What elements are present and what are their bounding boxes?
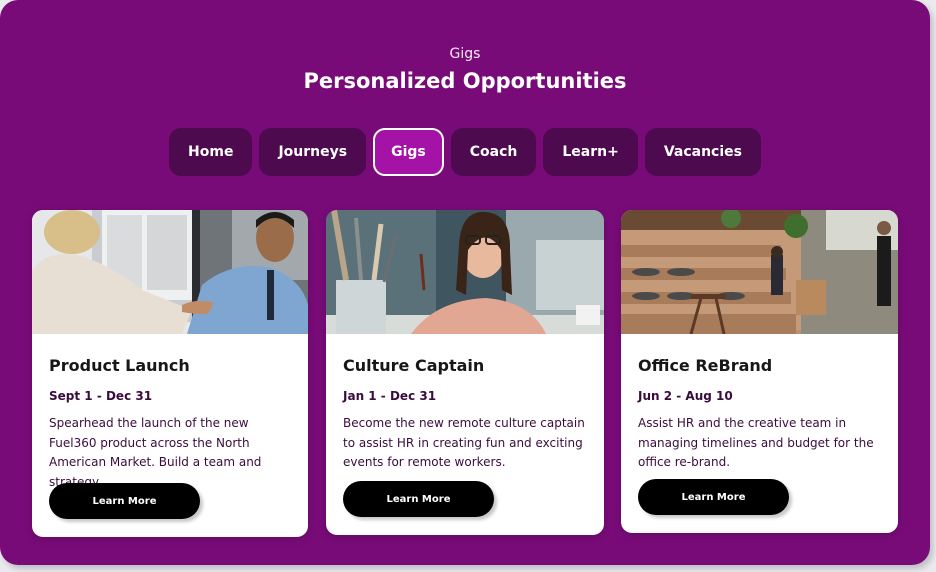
section-eyebrow: Gigs (449, 46, 481, 62)
card-dates: Sept 1 - Dec 31 (49, 389, 153, 403)
card-dates: Jan 1 - Dec 31 (343, 389, 437, 403)
card-description: Become the new remote culture captain to… (343, 416, 585, 469)
gig-card-office-rebrand[interactable]: Office ReBrand Jun 2 - Aug 10 Assist HR … (621, 210, 898, 533)
tab-journeys[interactable]: Journeys (259, 128, 367, 176)
artist-woman-image (326, 210, 604, 334)
opportunities-panel: Gigs Personalized Opportunities Home Jou… (0, 0, 930, 565)
card-title: Culture Captain (343, 356, 485, 375)
tab-vacancies[interactable]: Vacancies (644, 128, 761, 176)
gig-card-culture-captain[interactable]: Culture Captain Jan 1 - Dec 31 Become th… (326, 210, 604, 535)
handshake-meeting-image (32, 210, 308, 334)
main-nav: Home Journeys Gigs Coach Learn+ Vacancie… (0, 128, 930, 176)
learn-more-button[interactable]: Learn More (343, 481, 494, 517)
learn-more-button[interactable]: Learn More (49, 483, 200, 519)
card-description: Assist HR and the creative team in manag… (638, 416, 874, 469)
tab-gigs[interactable]: Gigs (373, 128, 444, 176)
office-lounge-image (621, 210, 898, 334)
card-description: Spearhead the launch of the new Fuel360 … (49, 416, 262, 489)
card-title: Office ReBrand (638, 356, 773, 375)
gig-card-product-launch[interactable]: Product Launch Sept 1 - Dec 31 Spearhead… (32, 210, 308, 537)
tab-home[interactable]: Home (169, 128, 253, 176)
card-title: Product Launch (49, 356, 190, 375)
tab-coach[interactable]: Coach (450, 128, 537, 176)
tab-learn-plus[interactable]: Learn+ (543, 128, 638, 176)
learn-more-button[interactable]: Learn More (638, 479, 789, 515)
page-title: Personalized Opportunities (303, 69, 627, 93)
card-dates: Jun 2 - Aug 10 (638, 389, 733, 403)
